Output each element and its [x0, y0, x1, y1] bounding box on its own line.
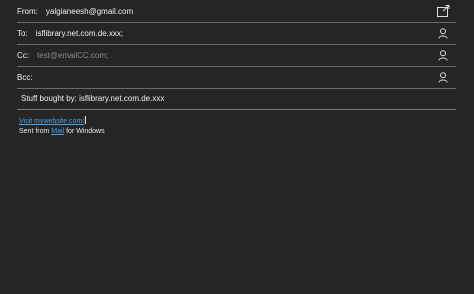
signature-suffix: for Windows [64, 128, 105, 135]
to-field[interactable]: isflibrary.net.com.de.xxx; [36, 29, 456, 38]
to-row[interactable]: To: isflibrary.net.com.de.xxx; [17, 22, 456, 45]
bcc-label: Bcc: [17, 72, 33, 82]
mail-app-link[interactable]: Mail [51, 128, 64, 135]
body-link-line: Visit mywebsite.com! [19, 116, 105, 127]
popout-icon[interactable] [436, 4, 450, 18]
cc-field[interactable]: test@emailCC.com; [37, 51, 456, 60]
to-label: To: [17, 28, 28, 38]
mail-compose-window: From: yalgianeesh@gmail.com To: isflibra… [0, 0, 474, 294]
from-label: From: [17, 6, 38, 16]
from-row[interactable]: From: yalgianeesh@gmail.com [17, 0, 456, 23]
subject-field[interactable]: Stuff bought by: isflibrary.net.com.de.x… [21, 94, 456, 103]
cc-label: Cc: [17, 50, 29, 60]
person-icon[interactable] [436, 48, 450, 62]
website-link[interactable]: Visit mywebsite.com! [19, 118, 84, 125]
person-icon[interactable] [436, 26, 450, 40]
person-icon[interactable] [436, 70, 450, 84]
from-value[interactable]: yalgianeesh@gmail.com [46, 7, 456, 16]
signature-line: Sent from Mail for Windows [19, 127, 105, 137]
message-body[interactable]: Visit mywebsite.com! Sent from Mail for … [19, 116, 105, 137]
subject-row[interactable]: Stuff bought by: isflibrary.net.com.de.x… [17, 88, 456, 110]
text-caret [85, 116, 87, 124]
cc-row[interactable]: Cc: test@emailCC.com; [17, 44, 456, 67]
bcc-row[interactable]: Bcc: [17, 66, 456, 89]
signature-prefix: Sent from [19, 128, 52, 135]
